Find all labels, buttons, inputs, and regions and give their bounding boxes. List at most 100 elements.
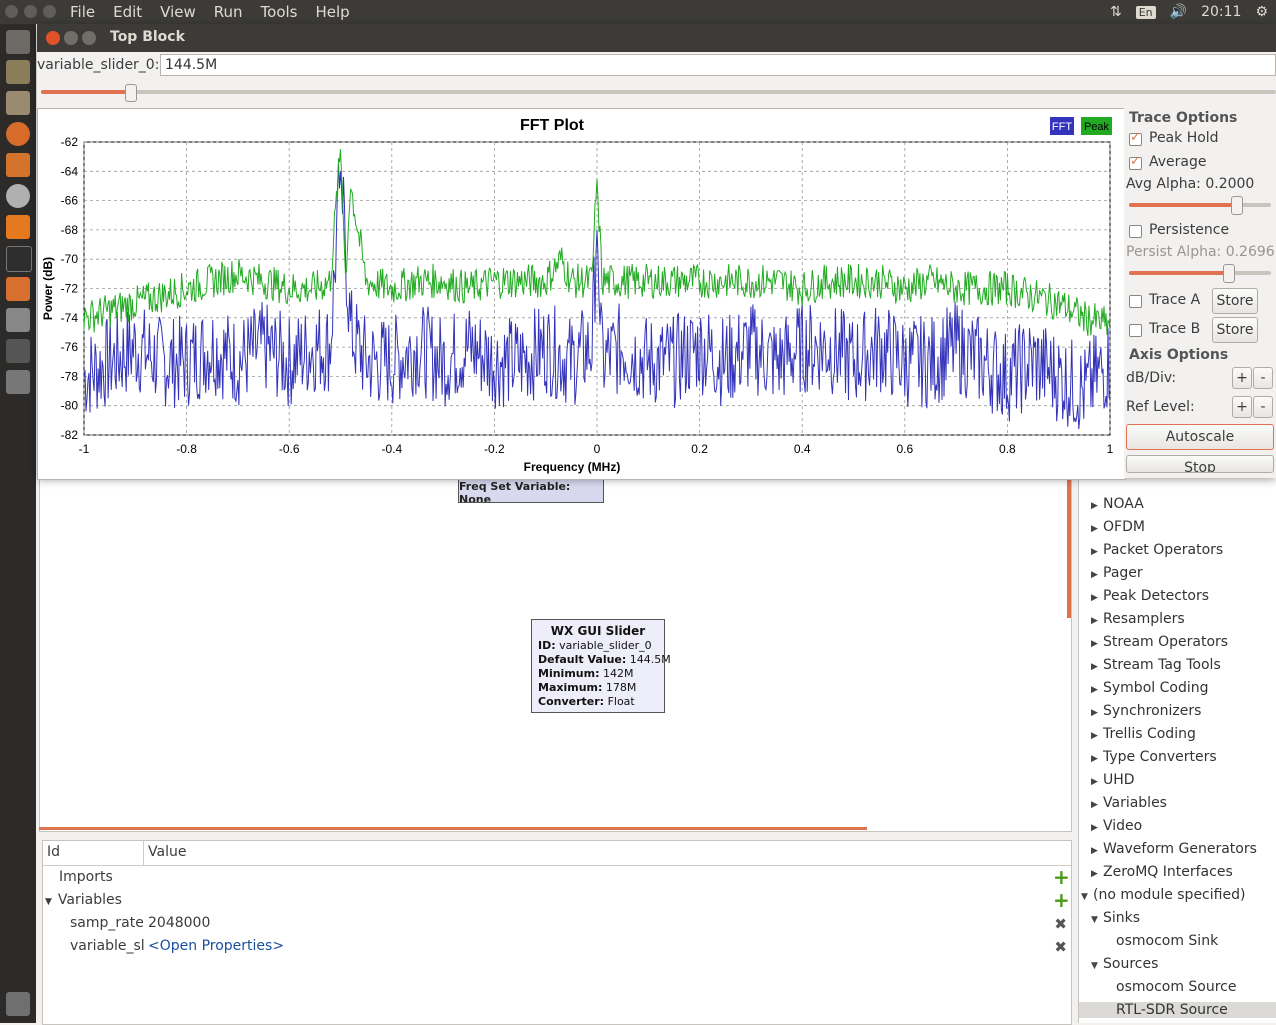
trace-a-store-button[interactable]: Store bbox=[1212, 288, 1258, 314]
monitor-app-icon[interactable] bbox=[6, 60, 30, 84]
settings-icon[interactable] bbox=[6, 184, 30, 208]
help-icon[interactable] bbox=[6, 308, 30, 332]
gear-icon[interactable]: ⚙ bbox=[1255, 4, 1268, 20]
trace-b-label[interactable]: Trace B bbox=[1149, 321, 1200, 337]
language-indicator[interactable]: En bbox=[1135, 5, 1156, 19]
expand-arrow-icon[interactable]: ▶ bbox=[1091, 869, 1101, 879]
persist-alpha-handle[interactable] bbox=[1223, 264, 1236, 283]
tree-category[interactable]: ▶ Resamplers bbox=[1091, 611, 1185, 627]
expand-arrow-icon[interactable]: ▶ bbox=[1091, 823, 1101, 833]
collapse-arrow-icon[interactable]: ▼ bbox=[1091, 961, 1101, 971]
trace-a-checkbox[interactable] bbox=[1129, 295, 1142, 308]
tree-rtl-sdr-source[interactable]: RTL-SDR Source bbox=[1079, 1002, 1276, 1018]
open-properties-link[interactable]: <Open Properties> bbox=[148, 938, 284, 954]
tree-osmocom-sink[interactable]: osmocom Sink bbox=[1116, 933, 1218, 949]
minimize-icon[interactable] bbox=[24, 5, 37, 18]
expand-arrow-icon[interactable]: ▶ bbox=[1091, 501, 1101, 511]
tree-category[interactable]: ▶ Waveform Generators bbox=[1091, 841, 1257, 857]
col-id[interactable]: Id bbox=[47, 844, 60, 860]
trash-icon[interactable] bbox=[6, 992, 30, 1016]
canvas-hscrollbar[interactable] bbox=[39, 827, 867, 830]
slider-value-input[interactable] bbox=[160, 54, 1276, 76]
expand-arrow-icon[interactable]: ▶ bbox=[1091, 846, 1101, 856]
expand-arrow-icon[interactable]: ▶ bbox=[1091, 800, 1101, 810]
tree-category[interactable]: ▶ Peak Detectors bbox=[1091, 588, 1209, 604]
remove-variable-icon[interactable]: ✖ bbox=[1054, 938, 1067, 956]
tree-no-module[interactable]: ▼ (no module specified) bbox=[1081, 887, 1245, 903]
tree-category[interactable]: ▶ OFDM bbox=[1091, 519, 1145, 535]
persistence-label[interactable]: Persistence bbox=[1149, 222, 1229, 238]
trace-b-checkbox[interactable] bbox=[1129, 324, 1142, 337]
imports-row[interactable]: Imports + bbox=[43, 867, 1071, 891]
tree-category[interactable]: ▶ Variables bbox=[1091, 795, 1167, 811]
remove-variable-icon[interactable]: ✖ bbox=[1054, 915, 1067, 933]
expand-arrow-icon[interactable]: ▶ bbox=[1091, 754, 1101, 764]
maximize-icon[interactable] bbox=[43, 5, 56, 18]
trace-b-store-button[interactable]: Store bbox=[1212, 317, 1258, 343]
dash-icon[interactable] bbox=[6, 30, 30, 54]
tree-category[interactable]: ▶ ZeroMQ Interfaces bbox=[1091, 864, 1233, 880]
drive-icon[interactable] bbox=[6, 370, 30, 394]
variables-expander[interactable]: ▼ Variables bbox=[45, 892, 122, 908]
menu-help[interactable]: Help bbox=[316, 3, 350, 21]
collapse-arrow-icon[interactable]: ▼ bbox=[1091, 915, 1101, 925]
db-div-plus-button[interactable]: + bbox=[1232, 367, 1252, 389]
avg-alpha-slider[interactable] bbox=[1129, 196, 1271, 215]
tree-category[interactable]: ▶ Synchronizers bbox=[1091, 703, 1201, 719]
persistence-checkbox[interactable] bbox=[1129, 225, 1142, 238]
tree-category[interactable]: ▶ Stream Tag Tools bbox=[1091, 657, 1221, 673]
flowgraph-canvas[interactable]: Freq Set Variable: None WX GUI Slider ID… bbox=[39, 478, 1072, 832]
vlc-icon[interactable] bbox=[6, 215, 30, 239]
menu-view[interactable]: View bbox=[160, 3, 196, 21]
tree-category[interactable]: ▶ Symbol Coding bbox=[1091, 680, 1208, 696]
tree-category[interactable]: ▶ Pager bbox=[1091, 565, 1143, 581]
ref-level-minus-button[interactable]: - bbox=[1253, 396, 1273, 418]
persist-alpha-slider[interactable] bbox=[1129, 264, 1271, 283]
trace-a-label[interactable]: Trace A bbox=[1149, 292, 1200, 308]
menu-run[interactable]: Run bbox=[214, 3, 243, 21]
files-icon[interactable] bbox=[6, 91, 30, 115]
add-variable-icon[interactable]: + bbox=[1053, 890, 1070, 910]
db-div-minus-button[interactable]: - bbox=[1253, 367, 1273, 389]
wx-gui-slider-block[interactable]: WX GUI Slider ID: variable_slider_0 Defau… bbox=[531, 619, 671, 713]
menu-edit[interactable]: Edit bbox=[113, 3, 142, 21]
fft-plot[interactable]: -1 -0.8 -0.6 -0.4 -0.2 0 0.2 0.4 0.6 0.8 1 -62 -64 -6… bbox=[38, 109, 1125, 479]
expand-arrow-icon[interactable]: ▶ bbox=[1091, 547, 1101, 557]
slider-handle[interactable] bbox=[124, 84, 137, 102]
tree-sources[interactable]: ▼ Sources bbox=[1091, 956, 1158, 972]
col-value[interactable]: Value bbox=[148, 844, 186, 860]
expand-arrow-icon[interactable]: ▶ bbox=[1091, 662, 1101, 672]
tree-osmocom-source[interactable]: osmocom Source bbox=[1116, 979, 1237, 995]
menu-tools[interactable]: Tools bbox=[261, 3, 298, 21]
tree-category[interactable]: ▶ NOAA bbox=[1091, 496, 1144, 512]
avg-alpha-handle[interactable] bbox=[1230, 196, 1243, 215]
tree-category[interactable]: ▶ Video bbox=[1091, 818, 1142, 834]
collapse-arrow-icon[interactable]: ▼ bbox=[1081, 892, 1091, 902]
tree-category[interactable]: ▶ Stream Operators bbox=[1091, 634, 1228, 650]
window-minimize-icon[interactable] bbox=[64, 31, 78, 45]
add-import-icon[interactable]: + bbox=[1053, 867, 1070, 887]
tree-sinks[interactable]: ▼ Sinks bbox=[1091, 910, 1140, 926]
stop-button[interactable]: Stop bbox=[1126, 455, 1274, 473]
variable-row[interactable]: variable_sl <Open Properties> ✖ bbox=[43, 938, 1071, 960]
grc-icon[interactable] bbox=[6, 277, 30, 301]
autoscale-button[interactable]: Autoscale bbox=[1126, 424, 1274, 450]
network-icon[interactable]: ⇅ bbox=[1110, 4, 1122, 20]
close-icon[interactable] bbox=[5, 5, 18, 18]
peak-hold-label[interactable]: Peak Hold bbox=[1149, 130, 1219, 146]
variable-slider[interactable] bbox=[41, 84, 1276, 102]
average-checkbox[interactable] bbox=[1129, 154, 1142, 170]
fft-plot-panel[interactable]: -1 -0.8 -0.6 -0.4 -0.2 0 0.2 0.4 0.6 0.8 1 -62 -64 -6… bbox=[37, 108, 1126, 480]
ref-level-plus-button[interactable]: + bbox=[1232, 396, 1252, 418]
expand-arrow-icon[interactable]: ▶ bbox=[1091, 639, 1101, 649]
volume-icon[interactable]: 🔊 bbox=[1170, 4, 1187, 20]
window-maximize-icon[interactable] bbox=[82, 31, 96, 45]
tree-category[interactable]: ▶ Packet Operators bbox=[1091, 542, 1223, 558]
software-center-icon[interactable] bbox=[6, 153, 30, 177]
expand-arrow-icon[interactable]: ▶ bbox=[1091, 777, 1101, 787]
tree-scrollbar[interactable] bbox=[1067, 478, 1071, 618]
expand-arrow-icon[interactable]: ▶ bbox=[1091, 524, 1101, 534]
average-label[interactable]: Average bbox=[1149, 154, 1207, 170]
firefox-icon[interactable] bbox=[6, 122, 30, 146]
clock[interactable]: 20:11 bbox=[1201, 4, 1241, 20]
